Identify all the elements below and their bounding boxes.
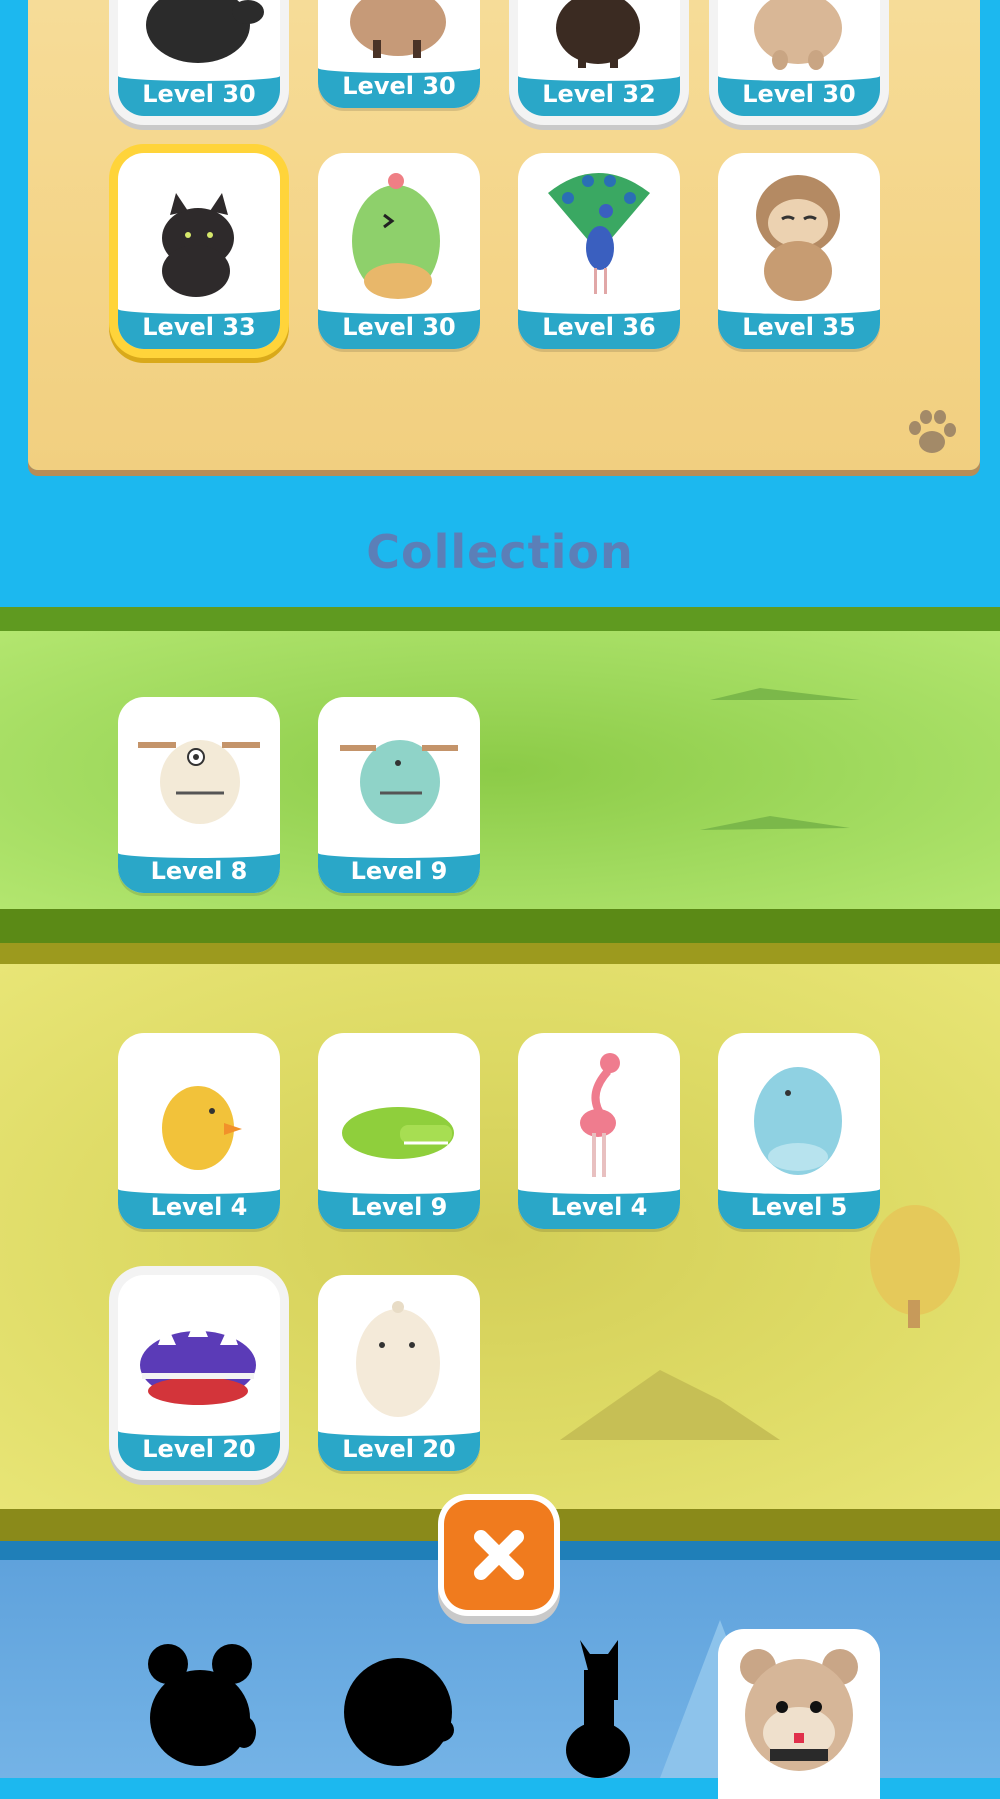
card-level: Level 9 (350, 857, 448, 885)
black-bear-icon (146, 0, 264, 63)
card-level: Level 30 (142, 80, 256, 108)
card-level: Level 35 (742, 313, 856, 341)
animal-card[interactable]: Level 30 (318, 0, 480, 108)
card-level: Level 32 (542, 80, 656, 108)
animal-card[interactable]: Level 30 (718, 0, 880, 116)
animal-card[interactable]: Level 8 (118, 697, 280, 893)
green-dino-icon (352, 173, 440, 299)
animal-card[interactable]: Level 20 (318, 1275, 480, 1471)
animal-card[interactable]: Level 32 (518, 0, 680, 116)
mountain-decoration (560, 1370, 780, 1440)
card-level: Level 30 (342, 313, 456, 341)
close-icon (474, 1530, 524, 1580)
cow-icon (350, 0, 446, 58)
white-monster-icon (138, 740, 260, 824)
collection-title: Collection (366, 525, 634, 579)
spiky-shell-icon (140, 1313, 256, 1405)
sheep-silhouette-icon[interactable] (340, 1650, 460, 1770)
card-level: Level 33 (142, 313, 256, 341)
card-level: Level 20 (342, 1435, 456, 1463)
blue-dino-icon (754, 1067, 842, 1175)
chick-icon (162, 1086, 242, 1170)
close-button[interactable] (444, 1500, 554, 1610)
white-dino-icon (356, 1301, 440, 1417)
animal-card[interactable]: Level 20 (118, 1275, 280, 1471)
card-level: Level 36 (542, 313, 656, 341)
card-level: Level 20 (142, 1435, 256, 1463)
animal-card[interactable]: Level 36 (518, 153, 680, 349)
animal-card[interactable]: Level 4 (118, 1033, 280, 1229)
card-level: Level 5 (750, 1193, 848, 1221)
card-level: Level 9 (350, 1193, 448, 1221)
bear-silhouette-icon[interactable] (140, 1640, 260, 1770)
sloth-icon (756, 175, 840, 301)
bison-icon (556, 0, 640, 68)
black-cat-icon (162, 193, 234, 297)
paw-icon (905, 408, 959, 458)
animal-card[interactable]: Level 30 (118, 0, 280, 116)
crocodile-icon (342, 1107, 454, 1159)
animal-card[interactable]: Level 9 (318, 697, 480, 893)
animal-card[interactable]: Level 35 (718, 153, 880, 349)
animal-card-selected[interactable]: Level 33 (118, 153, 280, 349)
zone-border (0, 909, 1000, 943)
card-level: Level 30 (742, 80, 856, 108)
llama-silhouette-icon[interactable] (560, 1640, 640, 1778)
animal-card[interactable]: Level 9 (318, 1033, 480, 1229)
card-level: Level 4 (150, 1193, 248, 1221)
animal-card[interactable]: Level 5 (718, 1033, 880, 1229)
hill-decoration (700, 688, 860, 830)
card-level: Level 30 (342, 72, 456, 100)
peacock-icon (548, 173, 650, 294)
zone-border (0, 943, 1000, 964)
flamingo-icon (580, 1053, 620, 1177)
animal-card[interactable]: Level 4 (518, 1033, 680, 1229)
animal-card[interactable]: Level 30 (318, 153, 480, 349)
tan-creature-icon (754, 0, 842, 70)
card-level: Level 4 (550, 1193, 648, 1221)
unlocked-animal-card[interactable] (718, 1629, 880, 1799)
card-level: Level 8 (150, 857, 248, 885)
hamster-icon (740, 1649, 858, 1771)
teal-monster-icon (340, 740, 458, 824)
zone-border (0, 607, 1000, 631)
